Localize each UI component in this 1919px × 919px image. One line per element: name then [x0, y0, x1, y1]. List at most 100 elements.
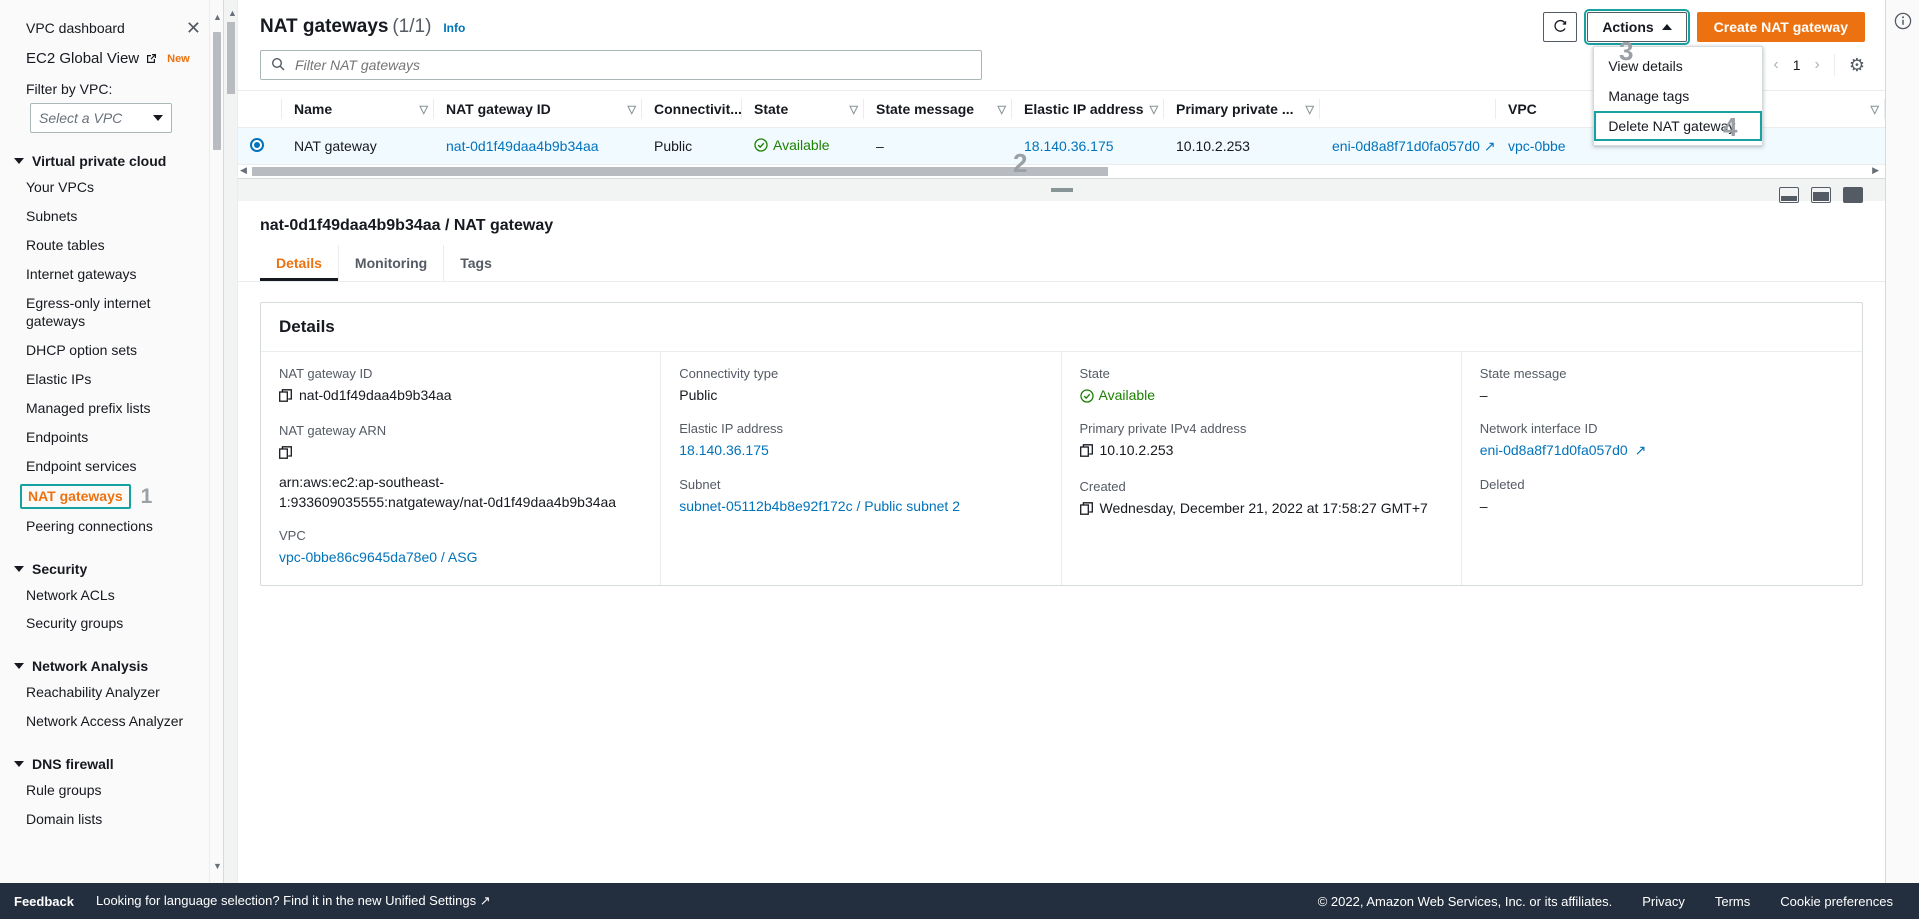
sidebar-group-virtual-private-cloud[interactable]: Virtual private cloud: [0, 149, 223, 173]
detail-field-text: 10.10.2.253: [1099, 442, 1174, 459]
sidebar-item-domain-lists[interactable]: Domain lists: [0, 805, 223, 834]
column-header[interactable]: Name ▽: [282, 90, 434, 128]
chevron-right-icon[interactable]: ›: [1815, 56, 1820, 74]
content-scroll-thumb[interactable]: [227, 22, 235, 94]
split-side-icon[interactable]: [1811, 187, 1831, 203]
sort-icon[interactable]: ▽: [420, 103, 428, 116]
external-link-icon[interactable]: ↗: [1635, 440, 1647, 460]
detail-field-link[interactable]: subnet-05112b4b8e92f172c / Public subnet…: [679, 496, 960, 516]
cell-network-interface-link[interactable]: eni-0d8a8f71d0fa057d0: [1332, 138, 1480, 154]
close-icon[interactable]: ✕: [186, 19, 201, 37]
sidebar-item-network-access-analyzer[interactable]: Network Access Analyzer: [0, 707, 223, 736]
sidebar-item-dhcp-option-sets[interactable]: DHCP option sets: [0, 336, 223, 365]
sidebar-item-elastic-ips[interactable]: Elastic IPs: [0, 365, 223, 394]
create-nat-gateway-button[interactable]: Create NAT gateway: [1696, 12, 1865, 42]
full-page-icon[interactable]: [1843, 187, 1863, 203]
column-header[interactable]: Connectivit...▽: [642, 90, 756, 128]
actions-menu-item-delete-nat-gateway[interactable]: Delete NAT gateway: [1594, 111, 1763, 141]
sort-icon[interactable]: ▽: [998, 103, 1006, 116]
detail-field-link[interactable]: eni-0d8a8f71d0fa057d0: [1480, 440, 1628, 460]
sidebar-item-managed-prefix-lists[interactable]: Managed prefix lists: [0, 394, 223, 423]
sidebar-group-security[interactable]: Security: [0, 557, 223, 581]
scroll-up-icon[interactable]: ▲: [213, 12, 222, 22]
info-circle-icon[interactable]: [1894, 12, 1912, 30]
vpc-filter-select[interactable]: Select a VPC: [30, 103, 172, 133]
sidebar-group-network-analysis[interactable]: Network Analysis: [0, 654, 223, 678]
sidebar-item-internet-gateways[interactable]: Internet gateways: [0, 260, 223, 289]
sidebar-item-rule-groups[interactable]: Rule groups: [0, 776, 223, 805]
sort-icon[interactable]: ▽: [1306, 103, 1314, 116]
column-header[interactable]: Primary private ... ▽: [1164, 90, 1320, 128]
sidebar-title: VPC dashboard: [26, 20, 125, 36]
detail-field-link[interactable]: vpc-0bbe86c9645da78e0 / ASG: [279, 547, 478, 567]
detail-field-link[interactable]: 18.140.36.175: [679, 440, 769, 460]
cell-nat-gateway-id-link[interactable]: nat-0d1f49daa4b9b34aa: [446, 138, 599, 154]
terms-link[interactable]: Terms: [1715, 894, 1750, 909]
content-scrollbar[interactable]: ▲: [224, 0, 238, 883]
column-header[interactable]: State message ▽: [864, 90, 1012, 128]
actions-dropdown-menu[interactable]: View details Manage tags Delete NAT gatewa…: [1593, 46, 1764, 146]
tab-tags[interactable]: Tags: [444, 245, 508, 281]
column-header[interactable]: Elastic IP address ▽: [1012, 90, 1164, 128]
cell-elastic-ip-link[interactable]: 18.140.36.175: [1024, 138, 1114, 154]
table-horizontal-scrollbar[interactable]: ◀ ▶: [238, 165, 1885, 178]
sidebar-item-reachability-analyzer[interactable]: Reachability Analyzer: [0, 678, 223, 707]
sidebar-item-nat-gateways[interactable]: NAT gateways: [20, 483, 131, 509]
sidebar-group-dns-firewall[interactable]: DNS firewall: [0, 752, 223, 776]
tab-monitoring[interactable]: Monitoring: [339, 245, 445, 281]
split-bottom-icon[interactable]: [1779, 187, 1799, 203]
chevron-down-icon: [14, 565, 24, 572]
copy-icon[interactable]: [279, 387, 292, 407]
sort-icon[interactable]: ▽: [850, 103, 858, 116]
search-box[interactable]: [260, 50, 982, 80]
content-scroll-up-icon[interactable]: ▲: [228, 8, 237, 18]
gear-icon[interactable]: ⚙: [1849, 55, 1865, 76]
column-header[interactable]: NAT gateway ID ▽: [434, 90, 642, 128]
tab-details[interactable]: Details: [260, 245, 339, 281]
refresh-button[interactable]: [1543, 12, 1578, 42]
sidebar-item-your-vpcs[interactable]: Your VPCs: [0, 173, 223, 202]
cookie-preferences-link[interactable]: Cookie preferences: [1780, 894, 1893, 909]
row-select-radio[interactable]: [250, 137, 264, 152]
sort-icon[interactable]: ▽: [1871, 103, 1879, 116]
detail-field: NAT gateway ARN arn:aws:ec2:ap-southeast-…: [279, 423, 642, 512]
sidebar-item-route-tables[interactable]: Route tables: [0, 231, 223, 260]
column-header[interactable]: State ▽: [742, 90, 864, 128]
actions-button[interactable]: Actions: [1584, 9, 1690, 45]
actions-menu-item-view-details[interactable]: View details: [1594, 51, 1762, 81]
external-link-icon[interactable]: ↗: [1484, 138, 1496, 154]
sidebar-item-peering-connections[interactable]: Peering connections: [0, 512, 223, 541]
copy-icon[interactable]: [1079, 442, 1093, 462]
sidebar-scrollbar[interactable]: ▲ ▼: [209, 0, 223, 883]
hscroll-right-icon[interactable]: ▶: [1872, 165, 1879, 176]
feedback-link[interactable]: Feedback: [14, 894, 74, 909]
copy-icon[interactable]: [1079, 500, 1093, 520]
privacy-link[interactable]: Privacy: [1642, 894, 1685, 909]
sort-icon[interactable]: ▽: [628, 103, 636, 116]
panel-resize-handle[interactable]: [238, 179, 1885, 201]
column-header[interactable]: [1320, 90, 1496, 128]
sort-icon[interactable]: ▽: [1150, 103, 1158, 116]
sidebar-item-endpoint-services[interactable]: Endpoint services: [0, 452, 223, 481]
cell-vpc-link[interactable]: vpc-0bbe: [1508, 138, 1566, 154]
actions-menu-item-manage-tags[interactable]: Manage tags: [1594, 81, 1762, 111]
sidebar-item-ec2-global-view[interactable]: EC2 Global View New: [0, 42, 223, 67]
sidebar-item-network-acls[interactable]: Network ACLs: [0, 581, 223, 610]
sidebar-item-subnets[interactable]: Subnets: [0, 202, 223, 231]
info-link[interactable]: Info: [443, 21, 465, 35]
row-select-radio[interactable]: [238, 127, 282, 165]
sidebar-scroll-thumb[interactable]: [213, 32, 221, 150]
chevron-down-icon: [14, 663, 24, 670]
page-number[interactable]: 1: [1793, 57, 1801, 73]
chevron-left-icon[interactable]: ‹: [1773, 56, 1778, 74]
search-input[interactable]: [293, 56, 971, 74]
sidebar-item-egress-only-internet-gateways[interactable]: Egress-only internet gateways: [0, 289, 223, 337]
scroll-down-icon[interactable]: ▼: [213, 861, 222, 871]
hscroll-thumb[interactable]: [252, 167, 1108, 176]
copy-icon[interactable]: [279, 444, 292, 464]
unified-settings-link[interactable]: Unified Settings: [385, 893, 476, 908]
sidebar-item-endpoints[interactable]: Endpoints: [0, 423, 223, 452]
sidebar-group: Virtual private cloud Your VPCs Subnets Rou…: [0, 149, 223, 541]
hscroll-left-icon[interactable]: ◀: [240, 165, 247, 176]
sidebar-item-security-groups[interactable]: Security groups: [0, 609, 223, 638]
